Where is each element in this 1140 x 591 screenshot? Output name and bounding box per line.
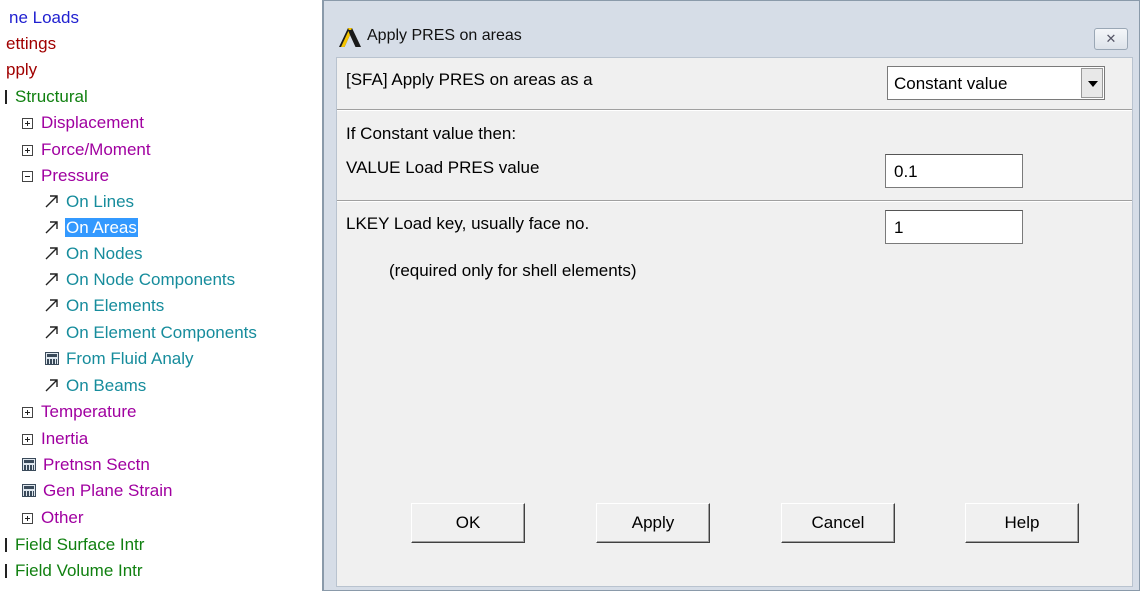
dialog-titlebar[interactable]: Apply PRES on areas ✕ (334, 21, 1134, 55)
tree-item-field-surface-intr[interactable]: Field Surface Intr (5, 532, 145, 558)
lkey-input[interactable]: 1 (885, 210, 1023, 244)
apply-button[interactable]: Apply (596, 503, 710, 543)
shell-note: (required only for shell elements) (389, 261, 637, 280)
tree-item-structural[interactable]: Structural (5, 84, 89, 110)
expand-icon[interactable] (22, 434, 33, 445)
tree-item-on-elements[interactable]: On Elements (44, 293, 165, 319)
cancel-button[interactable]: Cancel (781, 503, 895, 543)
tree-item-on-nodes[interactable]: On Nodes (44, 241, 144, 267)
value-label: VALUE Load PRES value (346, 158, 540, 177)
tree-item-on-areas[interactable]: On Areas (44, 215, 138, 241)
tree-item-inertia[interactable]: Inertia (22, 426, 89, 452)
tree-item-pressure[interactable]: Pressure (22, 163, 110, 189)
expand-icon[interactable] (22, 118, 33, 129)
pres-value-input[interactable]: 0.1 (885, 154, 1023, 188)
apply-as-value: Constant value (894, 74, 1008, 93)
expand-icon[interactable] (22, 513, 33, 524)
dialog-frame: Apply PRES on areas ✕ [SFA] Apply PRES o… (322, 0, 1140, 591)
divider (337, 200, 1132, 202)
tree-line-icon (5, 538, 7, 552)
tree-item-on-lines[interactable]: On Lines (44, 189, 135, 215)
tree-line-icon (5, 564, 7, 578)
expand-icon[interactable] (22, 145, 33, 156)
close-button[interactable]: ✕ (1094, 28, 1128, 50)
pick-arrow-icon (45, 195, 58, 208)
tree-item-ne-loads[interactable]: ne Loads (8, 5, 80, 31)
tree-item-on-node-components[interactable]: On Node Components (44, 267, 236, 293)
tree-panel: ne Loads ettings pply Structural Displac… (0, 0, 322, 591)
tree-item-field-volume-intr[interactable]: Field Volume Intr (5, 558, 144, 584)
pick-arrow-icon (45, 379, 58, 392)
ansys-logo-icon (339, 28, 361, 47)
pick-arrow-icon (45, 326, 58, 339)
help-button[interactable]: Help (965, 503, 1079, 543)
tree-item-displacement[interactable]: Displacement (22, 110, 145, 136)
tree-item-force-moment[interactable]: Force/Moment (22, 137, 152, 163)
calculator-icon (22, 458, 36, 471)
apply-as-dropdown[interactable]: Constant value (887, 66, 1105, 100)
expand-icon[interactable] (22, 407, 33, 418)
pick-arrow-icon (45, 273, 58, 286)
tree-item-other[interactable]: Other (22, 505, 85, 531)
collapse-icon[interactable] (22, 171, 33, 182)
tree-item-settings[interactable]: ettings (5, 31, 57, 57)
ok-button[interactable]: OK (411, 503, 525, 543)
dialog-title: Apply PRES on areas (367, 27, 522, 44)
chevron-down-icon[interactable] (1081, 68, 1103, 98)
pick-arrow-icon (45, 221, 58, 234)
tree-item-apply[interactable]: pply (5, 57, 38, 83)
pick-arrow-icon (45, 247, 58, 260)
dialog-body: [SFA] Apply PRES on areas as a Constant … (336, 57, 1133, 587)
calculator-icon (22, 484, 36, 497)
apply-as-label: [SFA] Apply PRES on areas as a (346, 70, 593, 89)
tree-item-pretnsn-sectn[interactable]: Pretnsn Sectn (22, 452, 151, 478)
apply-pres-dialog: Apply PRES on areas ✕ [SFA] Apply PRES o… (322, 0, 1140, 591)
tree-item-temperature[interactable]: Temperature (22, 399, 137, 425)
close-icon: ✕ (1105, 31, 1117, 46)
divider (337, 109, 1132, 111)
pick-arrow-icon (45, 299, 58, 312)
lkey-label: LKEY Load key, usually face no. (346, 214, 590, 233)
tree-item-on-element-components[interactable]: On Element Components (44, 320, 258, 346)
tree-item-on-beams[interactable]: On Beams (44, 373, 147, 399)
tree-line-icon (5, 90, 7, 104)
tree-item-from-fluid-analy[interactable]: From Fluid Analy (45, 346, 195, 372)
calculator-icon (45, 352, 59, 365)
if-constant-label: If Constant value then: (346, 124, 517, 143)
tree-item-gen-plane-strain[interactable]: Gen Plane Strain (22, 478, 173, 504)
